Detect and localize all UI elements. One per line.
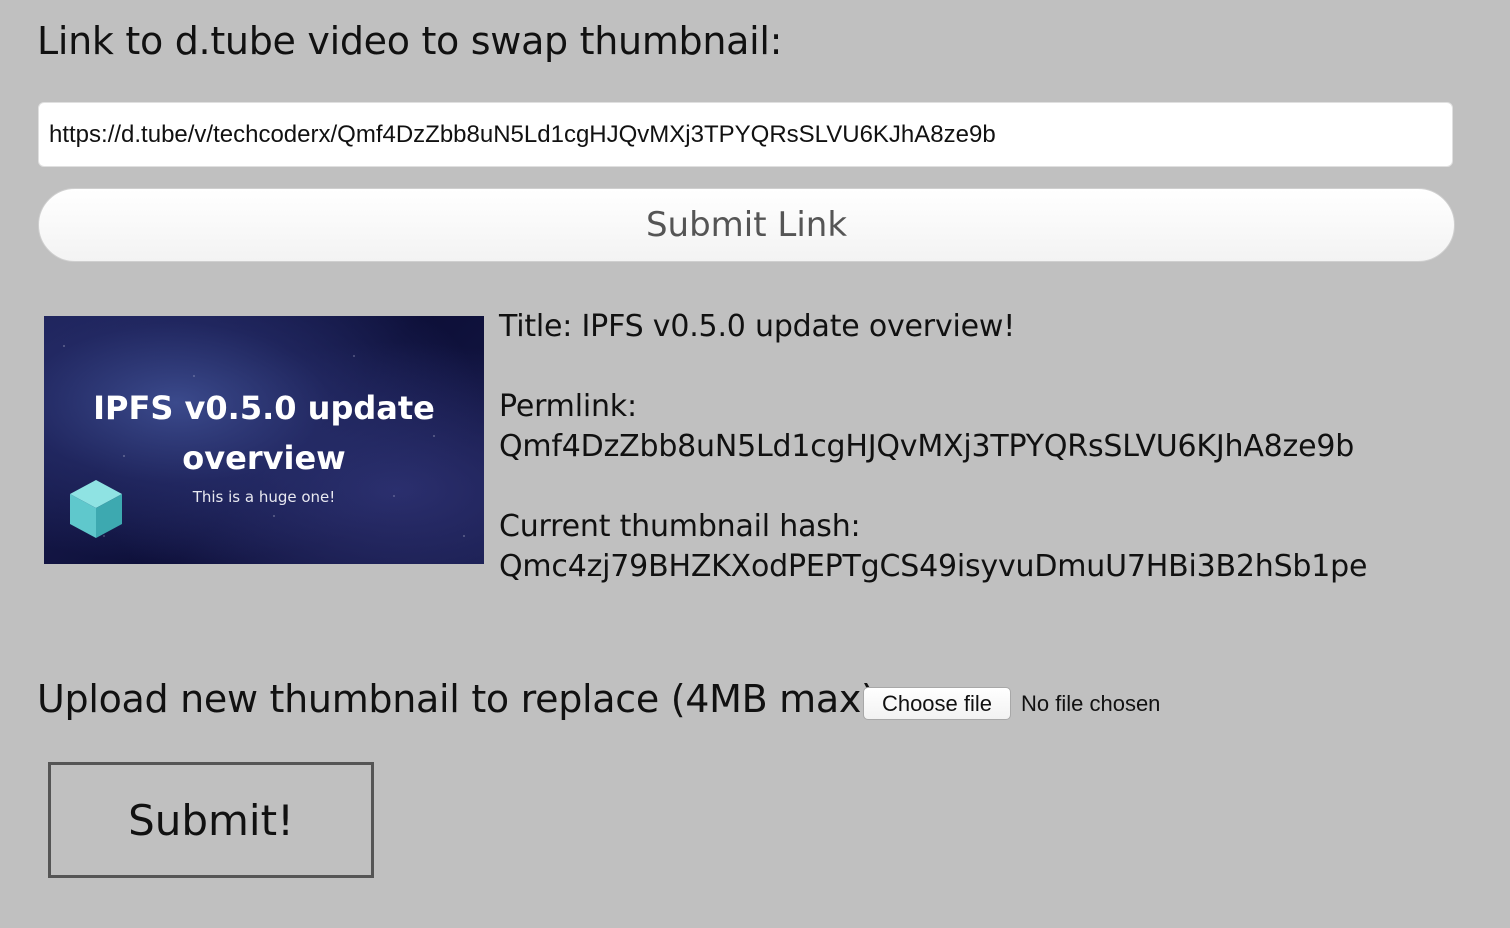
upload-label: Upload new thumbnail to replace (4MB max… — [37, 677, 889, 721]
thumbnail-title-line2: overview — [182, 439, 346, 477]
link-heading: Link to d.tube video to swap thumbnail: — [37, 19, 783, 63]
video-thumbnail: IPFS v0.5.0 update overview This is a hu… — [44, 316, 484, 564]
thumbnail-hash-value: Qmc4zj79BHZKXodPEPTgCS49isyvuDmuU7HBi3B2… — [499, 549, 1368, 584]
permlink-label: Permlink: — [499, 389, 637, 424]
thumbnail-title-line1: IPFS v0.5.0 update — [93, 389, 435, 427]
video-title: Title: IPFS v0.5.0 update overview! — [499, 309, 1016, 344]
no-file-chosen-text: No file chosen — [1021, 691, 1161, 716]
video-link-input[interactable] — [38, 102, 1453, 167]
thumbnail-hash-label: Current thumbnail hash: — [499, 509, 861, 544]
ipfs-cube-icon — [70, 480, 122, 538]
submit-button[interactable]: Submit! — [48, 762, 374, 878]
submit-link-button[interactable]: Submit Link — [38, 188, 1455, 262]
permlink-value: Qmf4DzZbb8uN5Ld1cgHJQvMXj3TPYQRsSLVU6KJh… — [499, 429, 1355, 464]
choose-file-button[interactable]: Choose file — [863, 687, 1011, 720]
